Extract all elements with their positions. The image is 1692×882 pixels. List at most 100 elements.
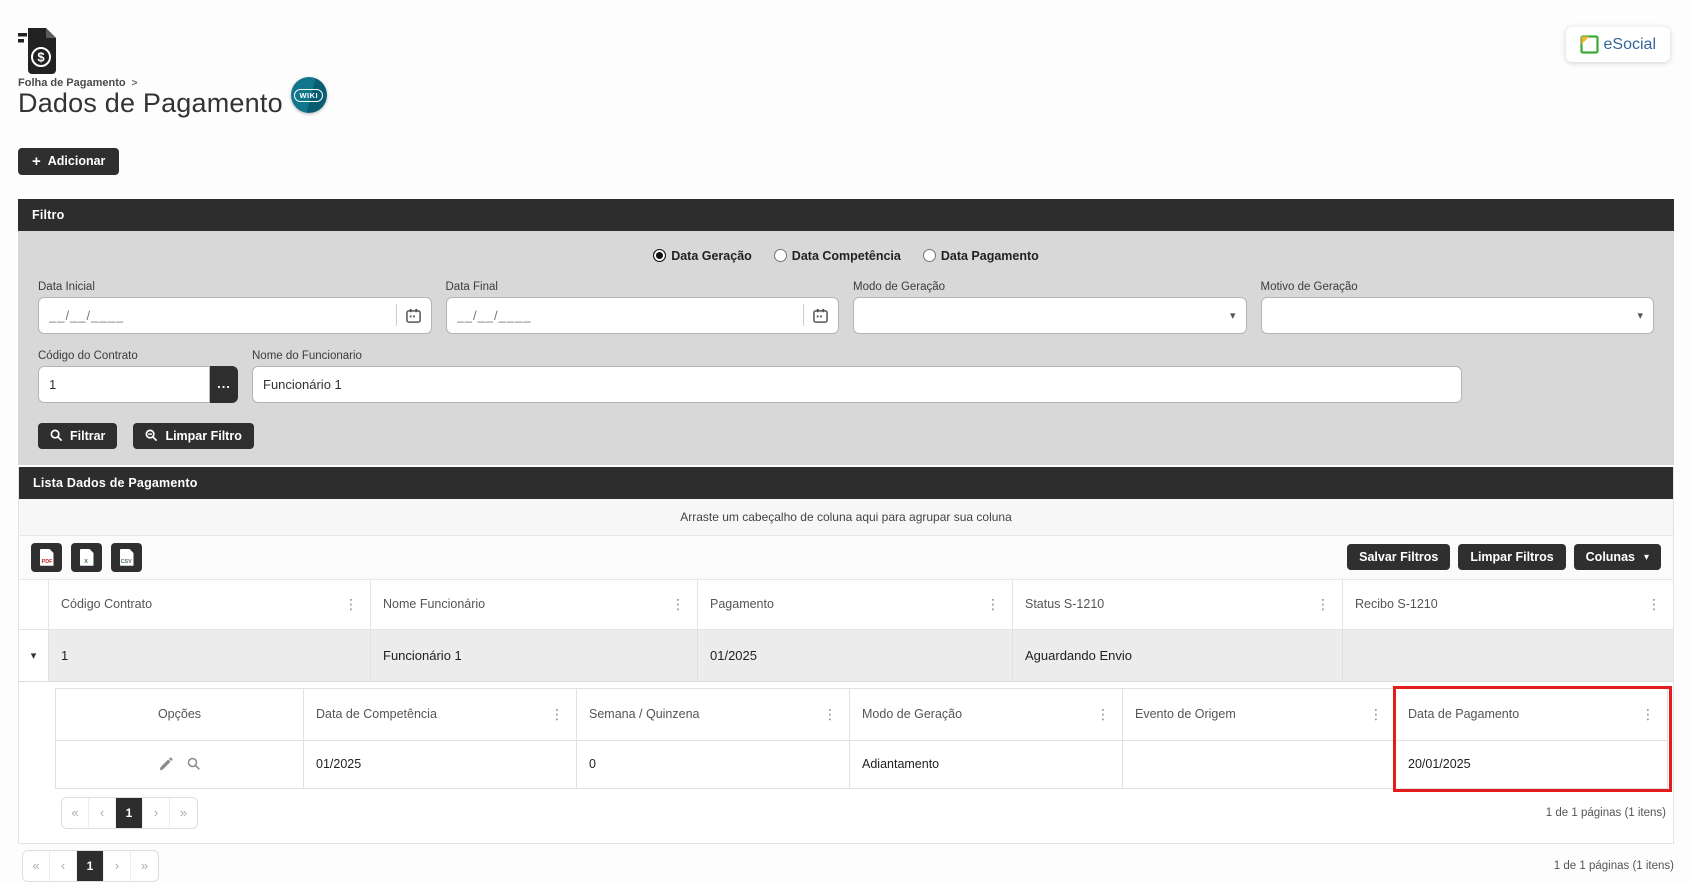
column-menu-icon[interactable]: ⋮ xyxy=(1096,706,1110,723)
export-excel-button[interactable]: X xyxy=(71,543,102,572)
detail-column-header-semana-quinzena[interactable]: Semana / Quinzena ⋮ xyxy=(577,689,850,741)
main-pagination: « ‹ 1 › » 1 de 1 páginas (1 itens) xyxy=(22,850,1674,882)
column-menu-icon[interactable]: ⋮ xyxy=(550,706,564,723)
column-header-recibo-s1210[interactable]: Recibo S-1210 ⋮ xyxy=(1343,580,1673,630)
codigo-contrato-input[interactable] xyxy=(49,377,225,392)
limpar-filtro-button[interactable]: Limpar Filtro xyxy=(133,423,253,449)
search-icon xyxy=(50,429,63,442)
pager-page-1[interactable]: 1 xyxy=(77,851,104,881)
column-header-pagamento[interactable]: Pagamento ⋮ xyxy=(698,580,1013,630)
esocial-label: eSocial xyxy=(1604,36,1656,54)
radio-unselected-icon xyxy=(774,249,787,262)
column-menu-icon[interactable]: ⋮ xyxy=(1641,706,1655,723)
detail-column-header-data-competencia[interactable]: Data de Competência ⋮ xyxy=(304,689,577,741)
radio-data-pagamento[interactable]: Data Pagamento xyxy=(923,249,1039,263)
detail-cell-data-pagamento: 20/01/2025 xyxy=(1396,741,1667,789)
add-button[interactable]: + Adicionar xyxy=(18,148,119,175)
cell-nome-funcionario: Funcionário 1 xyxy=(371,630,698,682)
column-menu-icon[interactable]: ⋮ xyxy=(344,596,358,613)
grid-toolbar: PDF X CSV Salvar Filtros Limpar Filtros … xyxy=(19,536,1673,580)
filter-panel-title: Filtro xyxy=(18,199,1674,231)
detail-page-summary: 1 de 1 páginas (1 itens) xyxy=(1546,807,1666,819)
limpar-filtros-button[interactable]: Limpar Filtros xyxy=(1458,544,1565,570)
detail-cell-semana-quinzena: 0 xyxy=(577,741,850,789)
contract-lookup-button[interactable]: ... xyxy=(210,366,238,403)
cell-status-s1210: Aguardando Envio xyxy=(1013,630,1343,682)
expand-column-header xyxy=(19,580,49,630)
colunas-dropdown-button[interactable]: Colunas ▾ xyxy=(1574,544,1661,570)
payroll-document-icon: $ xyxy=(18,28,58,74)
nome-funcionario-input[interactable] xyxy=(263,377,1451,392)
detail-table-row: 01/2025 0 Adiantamento 20/01/2025 xyxy=(56,741,1667,789)
column-menu-icon[interactable]: ⋮ xyxy=(671,596,685,613)
calendar-icon[interactable] xyxy=(396,304,421,326)
esocial-icon xyxy=(1580,35,1599,54)
radio-data-competencia[interactable]: Data Competência xyxy=(774,249,901,263)
radio-selected-icon xyxy=(653,249,666,262)
filter-panel: Filtro Data Geração Data Competência Dat… xyxy=(18,199,1674,465)
row-expand-button[interactable]: ▾ xyxy=(19,630,49,682)
wiki-badge-label: WIKI xyxy=(294,89,323,102)
pager-page-1[interactable]: 1 xyxy=(116,798,143,828)
pager-first-button[interactable]: « xyxy=(62,798,89,828)
detail-pagination: « ‹ 1 › » 1 de 1 páginas (1 itens) xyxy=(61,797,1666,829)
column-menu-icon[interactable]: ⋮ xyxy=(1647,596,1661,613)
export-csv-button[interactable]: CSV xyxy=(111,543,142,572)
main-grid: Código Contrato ⋮ Nome Funcionário ⋮ Pag… xyxy=(19,580,1673,843)
field-nome-funcionario: Nome do Funcionario xyxy=(252,350,1462,403)
pager-next-button[interactable]: › xyxy=(143,798,170,828)
motivo-geracao-select[interactable]: ▾ xyxy=(1261,297,1655,334)
radio-data-geracao[interactable]: Data Geração xyxy=(653,249,752,263)
main-pager: « ‹ 1 › » xyxy=(22,850,159,882)
pager-first-button[interactable]: « xyxy=(23,851,50,881)
field-data-final: Data Final xyxy=(446,281,840,334)
detail-column-header-evento-origem[interactable]: Evento de Origem ⋮ xyxy=(1123,689,1396,741)
column-header-codigo-contrato[interactable]: Código Contrato ⋮ xyxy=(49,580,371,630)
detail-cell-modo-geracao: Adiantamento xyxy=(850,741,1123,789)
detail-column-header-opcoes: Opções xyxy=(56,689,304,741)
date-type-radio-group: Data Geração Data Competência Data Pagam… xyxy=(38,243,1654,265)
pager-prev-button[interactable]: ‹ xyxy=(89,798,116,828)
chevron-down-icon: ▾ xyxy=(31,649,37,662)
column-header-status-s1210[interactable]: Status S-1210 ⋮ xyxy=(1013,580,1343,630)
detail-column-header-modo-geracao[interactable]: Modo de Geração ⋮ xyxy=(850,689,1123,741)
csv-file-icon: CSV xyxy=(120,549,134,566)
column-header-nome-funcionario[interactable]: Nome Funcionário ⋮ xyxy=(371,580,698,630)
modo-geracao-select[interactable]: ▾ xyxy=(853,297,1247,334)
row-detail-area: Opções Data de Competência ⋮ Semana / Qu… xyxy=(19,682,1673,843)
clear-search-icon xyxy=(145,429,158,442)
detail-cell-data-competencia: 01/2025 xyxy=(304,741,577,789)
group-drop-zone[interactable]: Arraste um cabeçalho de coluna aqui para… xyxy=(19,499,1673,536)
view-search-icon[interactable] xyxy=(187,757,201,771)
detail-pager: « ‹ 1 › » xyxy=(61,797,198,829)
field-codigo-contrato: Código do Contrato ... xyxy=(38,350,238,403)
column-menu-icon[interactable]: ⋮ xyxy=(1369,706,1383,723)
add-button-label: Adicionar xyxy=(48,154,106,168)
pager-last-button[interactable]: » xyxy=(131,851,158,881)
plus-icon: + xyxy=(32,154,41,169)
wiki-badge[interactable]: WIKI xyxy=(291,77,327,113)
data-inicial-input[interactable] xyxy=(49,308,396,323)
pager-last-button[interactable]: » xyxy=(170,798,197,828)
salvar-filtros-button[interactable]: Salvar Filtros xyxy=(1347,544,1450,570)
data-final-input[interactable] xyxy=(457,308,804,323)
cell-recibo-s1210 xyxy=(1343,630,1673,682)
column-menu-icon[interactable]: ⋮ xyxy=(823,706,837,723)
pager-prev-button[interactable]: ‹ xyxy=(50,851,77,881)
detail-grid-header: Opções Data de Competência ⋮ Semana / Qu… xyxy=(56,689,1667,741)
cell-codigo-contrato: 1 xyxy=(49,630,371,682)
edit-pencil-icon[interactable] xyxy=(159,757,173,771)
calendar-icon[interactable] xyxy=(803,304,828,326)
table-row: ▾ 1 Funcionário 1 01/2025 Aguardando Env… xyxy=(19,630,1673,682)
field-motivo-geracao: Motivo de Geração ▾ xyxy=(1261,281,1655,334)
cell-pagamento: 01/2025 xyxy=(698,630,1013,682)
column-menu-icon[interactable]: ⋮ xyxy=(986,596,1000,613)
page-title: Dados de Pagamento xyxy=(18,89,283,119)
svg-text:$: $ xyxy=(37,50,45,65)
pager-next-button[interactable]: › xyxy=(104,851,131,881)
export-pdf-button[interactable]: PDF xyxy=(31,543,62,572)
column-menu-icon[interactable]: ⋮ xyxy=(1316,596,1330,613)
chevron-down-icon: ▾ xyxy=(1230,309,1236,322)
filtrar-button[interactable]: Filtrar xyxy=(38,423,117,449)
detail-column-header-data-pagamento[interactable]: Data de Pagamento ⋮ xyxy=(1396,689,1667,741)
